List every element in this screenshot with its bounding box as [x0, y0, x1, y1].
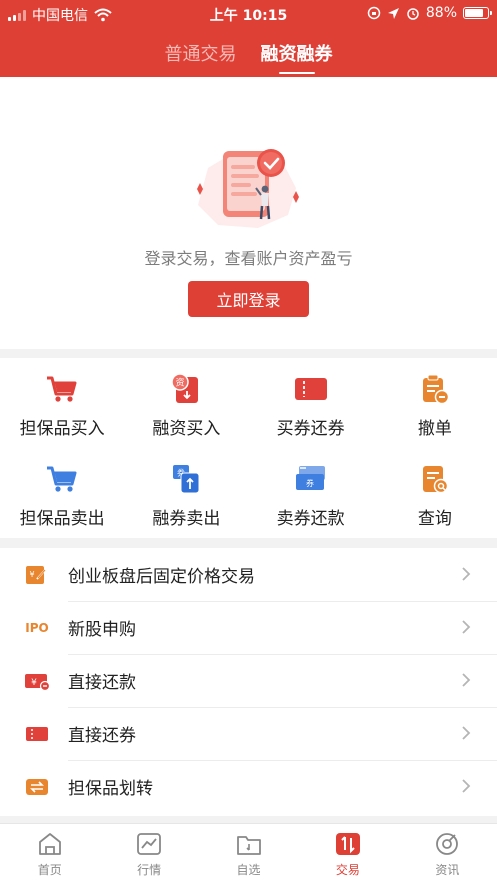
battery-percent: 88% [425, 5, 457, 21]
svg-text:¥: ¥ [31, 678, 37, 688]
nav-home[interactable]: 首页 [0, 824, 99, 883]
home-icon [36, 831, 64, 857]
list-item-label: 直接还券 [68, 726, 136, 746]
cart-icon [45, 372, 79, 406]
grid-item-short-sell[interactable]: 券 融券卖出 [124, 448, 248, 538]
list-item-direct-repay-cash[interactable]: ¥ 直接还款 [0, 654, 497, 707]
battery-icon [463, 7, 492, 19]
repay-cash-icon: ¥ [24, 670, 50, 692]
list-item-label: 直接还款 [68, 673, 136, 693]
list-item-label: 担保品划转 [68, 779, 153, 799]
login-card: 登录交易，查看账户资产盈亏 立即登录 [0, 77, 497, 349]
trade-tabs: 普通交易 融资融券 [0, 38, 497, 74]
cancel-order-icon [418, 372, 452, 406]
svg-text:¥: ¥ [29, 570, 34, 579]
location-icon [387, 7, 399, 19]
grid-item-label: 融资买入 [152, 419, 221, 439]
cart-icon [45, 462, 79, 496]
grid-item-query[interactable]: 查询 [373, 448, 497, 538]
grid-item-cancel-order[interactable]: 撤单 [373, 358, 497, 448]
chart-icon [135, 831, 163, 857]
ipo-icon: IPO [25, 620, 49, 635]
transfer-icon [24, 776, 50, 798]
grid-item-sell-repay-cash[interactable]: 券 卖券还款 [249, 448, 373, 538]
bottom-nav: 首页 行情 自选 交易 资讯 [0, 823, 497, 883]
grid-item-label: 卖券还款 [276, 509, 345, 529]
status-bar: 中国电信 上午 10:15 88% [0, 0, 497, 26]
chevron-right-icon [462, 726, 471, 740]
tab-margin-trade[interactable]: 融资融券 [261, 38, 333, 74]
rotation-lock-icon [367, 6, 381, 20]
list-item-collateral-transfer[interactable]: 担保品划转 [0, 760, 497, 813]
nav-label: 首页 [37, 863, 62, 877]
nav-watchlist[interactable]: 自选 [199, 824, 298, 883]
trade-icon [334, 831, 362, 857]
grid-item-label: 买券还券 [276, 419, 345, 439]
grid-item-buy-return-securities[interactable]: 买券还券 [249, 358, 373, 448]
ticket-stack-icon: 券 [294, 462, 328, 496]
nav-label: 行情 [137, 863, 162, 877]
nav-market[interactable]: 行情 [99, 824, 198, 883]
function-grid: 担保品买入 资 融资买入 买券还券 撤单 担保品卖出 券 融券卖出 券 卖券还款 [0, 358, 497, 538]
alarm-icon [407, 8, 419, 20]
grid-item-label: 撤单 [417, 419, 452, 439]
header: 中国电信 上午 10:15 88% 普通交易 融资融券 [0, 0, 497, 77]
grid-item-label: 担保品买入 [19, 419, 105, 439]
chevron-right-icon [462, 673, 471, 687]
news-icon [433, 831, 461, 857]
grid-item-label: 查询 [417, 509, 452, 529]
list-item-ipo[interactable]: IPO 新股申购 [0, 601, 497, 654]
list-item-label: 新股申购 [68, 620, 136, 640]
fixed-price-icon: ¥ [24, 564, 50, 586]
nav-label: 交易 [335, 863, 360, 877]
grid-item-margin-buy[interactable]: 资 融资买入 [124, 358, 248, 448]
chevron-right-icon [462, 567, 471, 581]
tab-normal-trade[interactable]: 普通交易 [165, 38, 237, 74]
nav-label: 自选 [236, 863, 261, 877]
grid-item-collateral-buy[interactable]: 担保品买入 [0, 358, 124, 448]
login-hint: 登录交易，查看账户资产盈亏 [144, 249, 353, 268]
list-item-direct-repay-securities[interactable]: 直接还券 [0, 707, 497, 760]
chevron-right-icon [462, 779, 471, 793]
list-item-label: 创业板盘后固定价格交易 [68, 567, 255, 587]
finance-buy-icon: 资 [169, 372, 203, 406]
login-illustration-icon [197, 149, 299, 228]
nav-news[interactable]: 资讯 [398, 824, 497, 883]
login-button[interactable]: 立即登录 [188, 281, 309, 317]
function-list: ¥ 创业板盘后固定价格交易 IPO 新股申购 ¥ 直接还款 直接还券 担保品划转 [0, 548, 497, 816]
repay-securities-icon [24, 723, 50, 745]
chevron-right-icon [462, 620, 471, 634]
svg-text:资: 资 [176, 378, 185, 389]
query-icon [418, 462, 452, 496]
grid-item-label: 融券卖出 [152, 509, 221, 529]
ticket-icon [294, 372, 328, 406]
list-item-gem-fixed-price[interactable]: ¥ 创业板盘后固定价格交易 [0, 548, 497, 601]
nav-trade[interactable]: 交易 [298, 824, 397, 883]
folder-icon [235, 831, 263, 857]
svg-text:券: 券 [306, 478, 314, 488]
securities-sell-icon: 券 [169, 462, 203, 496]
nav-label: 资讯 [435, 863, 460, 877]
grid-item-collateral-sell[interactable]: 担保品卖出 [0, 448, 124, 538]
grid-item-label: 担保品卖出 [19, 509, 105, 529]
